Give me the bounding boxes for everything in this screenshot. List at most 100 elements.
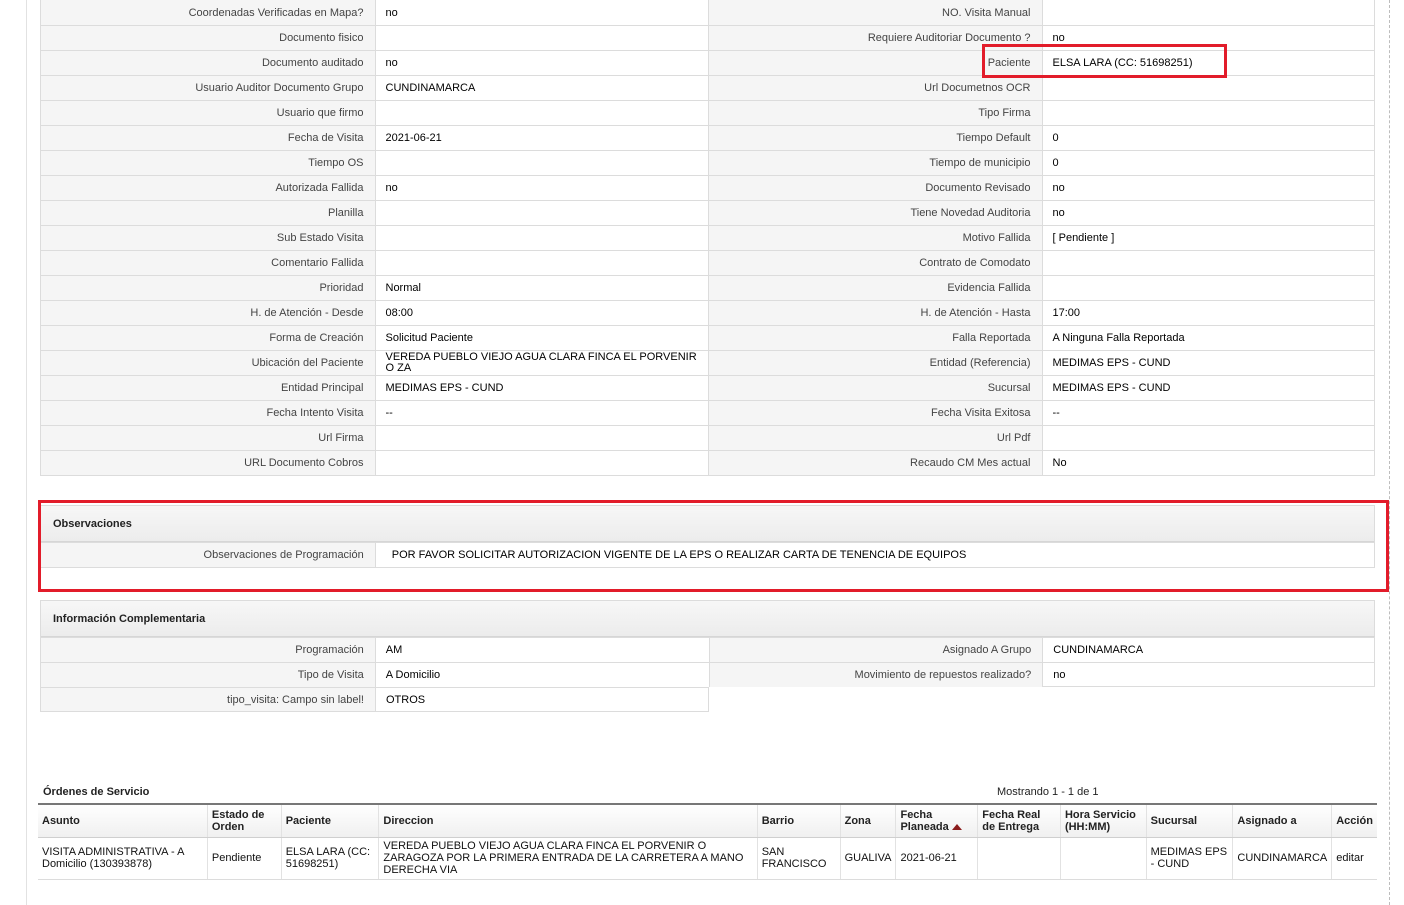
detail-row: Documento auditado no Paciente ELSA LARA (C…	[41, 50, 1374, 75]
label-motivo-fallida: Motivo Fallida	[708, 225, 1042, 250]
label-comentario-fallida: Comentario Fallida	[41, 250, 375, 275]
label-paciente: Paciente	[708, 50, 1042, 75]
column-header-label: Hora Servicio (HH:MM)	[1064, 808, 1136, 833]
cell-paciente: ELSA LARA (CC: 51698251)	[280, 837, 379, 880]
label-h-de-atencion-hasta: H. de Atención - Hasta	[708, 300, 1042, 325]
detail-row: Usuario Auditor Documento Grupo CUNDINAMA…	[41, 75, 1374, 100]
value-entidad-referencia: MEDIMAS EPS - CUND	[1041, 350, 1374, 375]
label-movimiento-de-repuestos-realizado: Movimiento de repuestos realizado?	[708, 662, 1043, 687]
label-url-firma: Url Firma	[41, 425, 375, 450]
value-evidencia-fallida	[1041, 275, 1374, 300]
value-contrato-de-comodato	[1041, 250, 1374, 275]
value-entidad-principal: MEDIMAS EPS - CUND	[374, 375, 708, 400]
column-header-hora-servicio-hh-mm[interactable]: Hora Servicio (HH:MM)	[1059, 803, 1147, 838]
value-url-firma	[374, 425, 708, 450]
column-header-accion[interactable]: Acción	[1331, 803, 1377, 838]
column-header-fecha-planeada[interactable]: Fecha Planeada	[895, 803, 978, 838]
value-comentario-fallida	[374, 250, 708, 275]
column-header-label: Barrio	[761, 814, 795, 827]
value-autorizada-fallida: no	[374, 175, 708, 200]
value-movimiento-de-repuestos-realizado: no	[1042, 662, 1375, 687]
cell-fecha-planeada: 2021-06-21	[895, 837, 978, 880]
label-tiempo-os: Tiempo OS	[41, 150, 375, 175]
cell-direccion: VEREDA PUEBLO VIEJO AGUA CLARA FINCA EL …	[378, 837, 758, 880]
value-tipo-firma	[1041, 100, 1374, 125]
column-header-barrio[interactable]: Barrio	[756, 803, 841, 838]
value-documento-auditado: no	[374, 50, 708, 75]
observaciones-section: Observaciones Observaciones de Programac…	[40, 505, 1375, 568]
detail-row: Fecha de Visita 2021-06-21 Tiempo Default 0	[41, 125, 1374, 150]
label-ubicacion-del-paciente: Ubicación del Paciente	[41, 350, 375, 375]
label-forma-de-creacion: Forma de Creación	[41, 325, 375, 350]
orders-title: Órdenes de Servicio	[43, 786, 150, 798]
orders-table: Asunto Estado de Orden Paciente Direccion Ba…	[38, 803, 1377, 880]
label-sucursal: Sucursal	[708, 375, 1042, 400]
detail-row: Usuario que firmo Tipo Firma	[41, 100, 1374, 125]
column-header-zona[interactable]: Zona	[839, 803, 896, 838]
cell-hora-servicio	[1059, 837, 1147, 880]
column-header-paciente[interactable]: Paciente	[280, 803, 379, 838]
detail-row: Entidad Principal MEDIMAS EPS - CUND Sucur…	[41, 375, 1374, 400]
value-paciente: ELSA LARA (CC: 51698251)	[1041, 50, 1374, 75]
value-sucursal: MEDIMAS EPS - CUND	[1041, 375, 1374, 400]
info-row: Programación AM Asignado A Grupo CUNDINAMAR…	[41, 637, 1375, 662]
value-tiene-novedad-auditoria: no	[1041, 200, 1374, 225]
value-no-visita-manual	[1041, 0, 1374, 25]
detail-row: Forma de Creación Solicitud Paciente Falla…	[41, 325, 1374, 350]
label-sub-estado-visita: Sub Estado Visita	[41, 225, 375, 250]
cell-asunto: VISITA ADMINISTRATIVA - A Domicilio (130…	[38, 837, 208, 880]
edit-link[interactable]: editar	[1331, 837, 1377, 880]
column-header-label: Fecha Real de Entrega	[982, 808, 1041, 833]
value-asignado-a-grupo: CUNDINAMARCA	[1042, 637, 1375, 662]
observaciones-title: Observaciones	[41, 506, 1374, 542]
label-requiere-auditoriar-documento: Requiere Auditoriar Documento ?	[708, 25, 1042, 50]
sort-ascending-icon[interactable]	[951, 823, 962, 830]
column-header-label: Paciente	[285, 814, 331, 827]
label-documento-revisado: Documento Revisado	[708, 175, 1042, 200]
detail-row: Tiempo OS Tiempo de municipio 0	[41, 150, 1374, 175]
label-autorizada-fallida: Autorizada Fallida	[41, 175, 375, 200]
detail-row: Sub Estado Visita Motivo Fallida[ Pendien…	[41, 225, 1374, 250]
label-planilla: Planilla	[41, 200, 375, 225]
observaciones-row: Observaciones de Programación POR FAVOR …	[41, 542, 1374, 567]
value-h-de-atencion-desde: 08:00	[374, 300, 708, 325]
value-prioridad: Normal	[374, 275, 708, 300]
label-usuario-que-firmo: Usuario que firmo	[41, 100, 375, 125]
column-header-asunto[interactable]: Asunto	[38, 803, 208, 838]
label-contrato-de-comodato: Contrato de Comodato	[708, 250, 1042, 275]
column-header-estado-de-orden[interactable]: Estado de Orden	[206, 803, 282, 838]
value-url-documetnos-ocr	[1041, 75, 1374, 100]
value-url-pdf	[1041, 425, 1374, 450]
column-header-sucursal[interactable]: Sucursal	[1145, 803, 1233, 838]
column-header-fecha-real-de-entrega[interactable]: Fecha Real de Entrega	[977, 803, 1061, 838]
detail-row: Comentario Fallida Contrato de Comodato	[41, 250, 1374, 275]
cell-estado: Pendiente	[206, 837, 282, 880]
label-tiempo-de-municipio: Tiempo de municipio	[708, 150, 1042, 175]
label-url-pdf: Url Pdf	[708, 425, 1042, 450]
value-url-documento-cobros	[374, 450, 708, 475]
detail-row: H. de Atención - Desde 08:00 H. de Atenció…	[41, 300, 1374, 325]
label-url-documento-cobros: URL Documento Cobros	[41, 450, 375, 475]
label-asignado-a-grupo: Asignado A Grupo	[708, 637, 1043, 662]
label-tiempo-default: Tiempo Default	[708, 125, 1042, 150]
info-complementaria-title: Información Complementaria	[41, 601, 1375, 637]
column-header-asignado-a[interactable]: Asignado a	[1232, 803, 1332, 838]
value-motivo-fallida: [ Pendiente ]	[1041, 225, 1374, 250]
left-guide-line	[26, 0, 27, 905]
label-prioridad: Prioridad	[41, 275, 375, 300]
label-entidad-referencia: Entidad (Referencia)	[708, 350, 1042, 375]
label-tiene-novedad-auditoria: Tiene Novedad Auditoria	[708, 200, 1042, 225]
value-documento-fisico	[374, 25, 708, 50]
cell-barrio: SAN FRANCISCO	[756, 837, 841, 880]
label-documento-fisico: Documento fisico	[41, 25, 375, 50]
label-coordenadas-verificadas-en-mapa: Coordenadas Verificadas en Mapa?	[41, 0, 375, 25]
value-usuario-auditor-documento-grupo: CUNDINAMARCA	[374, 75, 708, 100]
visit-detail-grid: Coordenadas Verificadas en Mapa? no NO. Vi…	[40, 0, 1375, 476]
label-entidad-principal: Entidad Principal	[41, 375, 375, 400]
column-header-direccion[interactable]: Direccion	[378, 803, 758, 838]
value-planilla	[374, 200, 708, 225]
detail-row: Planilla Tiene Novedad Auditoria no	[41, 200, 1374, 225]
detail-row: URL Documento Cobros Recaudo CM Mes actua…	[41, 450, 1374, 475]
value-forma-de-creacion: Solicitud Paciente	[374, 325, 708, 350]
cell-sucursal: MEDIMAS EPS - CUND	[1145, 837, 1233, 880]
